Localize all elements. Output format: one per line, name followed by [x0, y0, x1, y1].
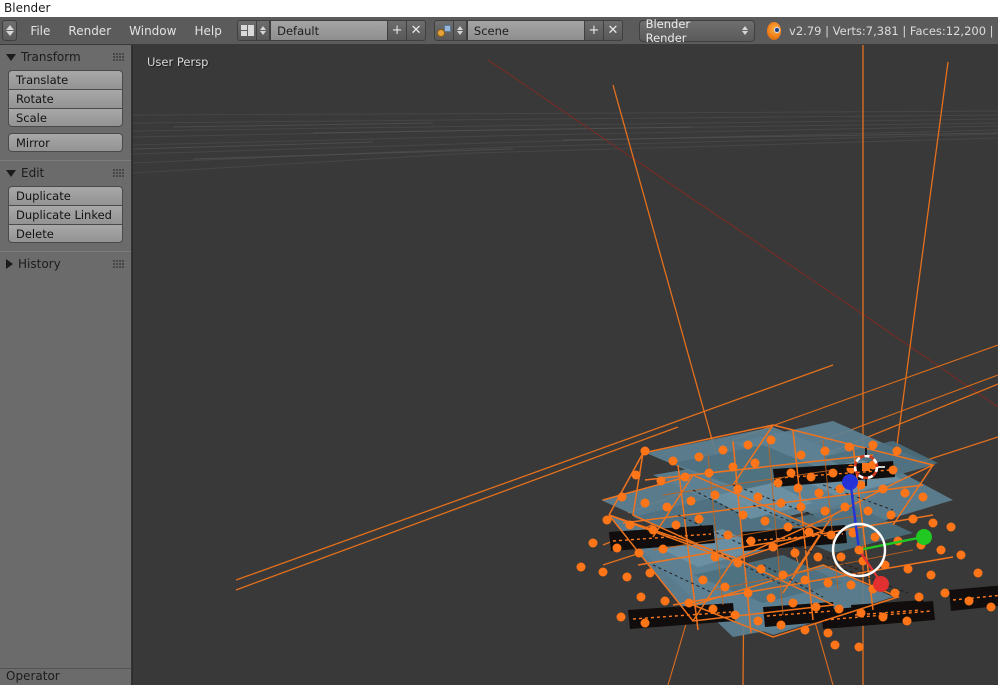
scale-button[interactable]: Scale	[8, 108, 123, 127]
screen-layout-icon[interactable]	[237, 20, 258, 41]
panel-grip-icon	[113, 169, 124, 177]
blender-window: Blender File Render Window Help Default …	[0, 0, 998, 685]
screen-layout-arrows	[260, 26, 267, 35]
chevron-up-icon	[456, 26, 463, 30]
translate-button[interactable]: Translate	[8, 70, 123, 89]
chevron-down-icon	[5, 31, 14, 36]
scene-icon[interactable]	[433, 20, 454, 41]
chevron-up-icon	[260, 26, 267, 30]
window-titlebar: Blender	[0, 0, 998, 17]
editor-type-selector[interactable]	[2, 20, 18, 41]
panel-header-edit-left: Edit	[6, 166, 44, 180]
triangle-down-icon	[6, 169, 16, 177]
scene-arrows	[456, 26, 463, 35]
render-engine-arrows	[741, 26, 748, 35]
panel-header-transform-left: Transform	[6, 50, 81, 64]
scene-cube-icon	[443, 24, 451, 32]
scene-selector-group: Scene + ✕	[433, 20, 623, 41]
transform-button-group: Translate Rotate Scale Mirror	[8, 70, 123, 152]
top-header-bar: File Render Window Help Default + ✕ Scen…	[0, 17, 998, 45]
horizon-grid-lines	[133, 110, 998, 174]
mesh-object	[576, 421, 998, 652]
viewport-view-label: User Persp	[147, 55, 209, 69]
duplicate-linked-button[interactable]: Duplicate Linked	[8, 205, 123, 224]
chevron-down-icon	[741, 31, 748, 35]
edit-button-group: Duplicate Duplicate Linked Delete	[8, 186, 123, 243]
add-screen-layout-button[interactable]: +	[388, 20, 408, 41]
viewport-canvas	[133, 45, 998, 685]
add-scene-button[interactable]: +	[584, 20, 604, 41]
scene-spinner[interactable]	[453, 20, 467, 41]
cursor-center-vertex	[862, 463, 870, 471]
manipulator-z-handle	[842, 474, 858, 490]
panel-header-transform[interactable]: Transform	[0, 45, 131, 69]
menu-help[interactable]: Help	[185, 21, 230, 41]
panel-header-history-left: History	[6, 257, 61, 271]
scene-sphere-icon	[436, 28, 445, 37]
blender-logo-icon	[767, 21, 782, 40]
chevron-up-icon	[741, 26, 748, 30]
split-pane-icon	[240, 25, 254, 36]
scene-name[interactable]: Scene	[466, 20, 585, 41]
panel-grip-icon	[113, 53, 124, 61]
chevron-down-icon	[260, 31, 267, 35]
menu-window[interactable]: Window	[120, 21, 185, 41]
menu-render[interactable]: Render	[59, 21, 120, 41]
scene-glyph	[436, 24, 451, 37]
menu-file[interactable]: File	[21, 21, 59, 41]
manipulator-y-handle	[916, 529, 932, 545]
panel-grip-icon	[113, 260, 124, 268]
panel-header-history[interactable]: History	[0, 252, 131, 276]
panel-title-history: History	[18, 257, 61, 271]
render-engine-selector[interactable]: Blender Render	[638, 16, 755, 45]
screen-layout-group: Default + ✕	[237, 20, 427, 41]
operator-panel-header[interactable]: Operator	[0, 668, 131, 685]
render-engine-label: Blender Render	[645, 16, 691, 45]
split-right-col	[247, 25, 254, 36]
delete-button[interactable]: Delete	[8, 224, 123, 243]
manipulator-x-handle	[873, 576, 889, 592]
3d-viewport[interactable]: User Persp	[133, 45, 998, 685]
duplicate-button[interactable]: Duplicate	[8, 186, 123, 205]
scene-statistics-text: v2.79 | Verts:7,381 | Faces:12,200 | Tri…	[789, 23, 996, 38]
triangle-down-icon	[6, 53, 16, 61]
rotate-button[interactable]: Rotate	[8, 89, 123, 108]
manipulator-origin-vertex	[854, 545, 864, 555]
triangle-right-icon	[6, 259, 13, 269]
panel-title-transform: Transform	[21, 50, 81, 64]
panel-header-edit[interactable]: Edit	[0, 161, 131, 185]
chevron-up-icon	[5, 25, 14, 30]
split-left-col	[240, 25, 247, 36]
screen-layout-name[interactable]: Default	[270, 20, 389, 41]
mirror-button[interactable]: Mirror	[8, 133, 123, 152]
editor-type-arrows	[5, 25, 14, 36]
delete-scene-button[interactable]: ✕	[603, 20, 623, 41]
screen-layout-spinner[interactable]	[257, 20, 271, 41]
delete-screen-layout-button[interactable]: ✕	[407, 20, 427, 41]
chevron-down-icon	[456, 31, 463, 35]
tool-shelf: Transform Translate Rotate Scale Mirror …	[0, 45, 132, 685]
panel-title-edit: Edit	[21, 166, 45, 180]
